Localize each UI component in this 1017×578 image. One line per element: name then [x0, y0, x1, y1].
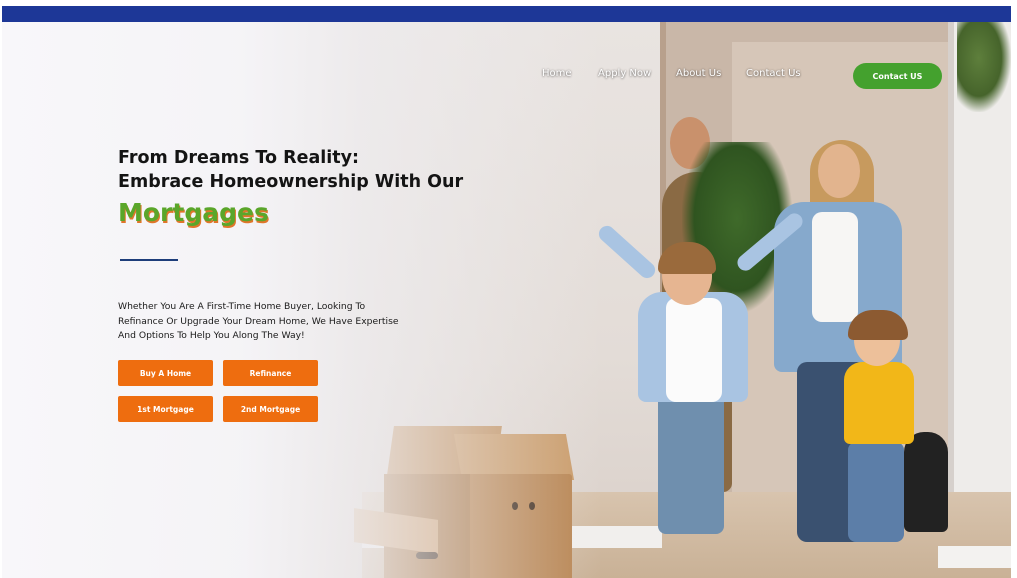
- page: Home Apply Now About Us Contact Us Conta…: [0, 0, 1017, 578]
- refinance-button[interactable]: Refinance: [223, 360, 318, 386]
- top-bar: [0, 0, 1017, 22]
- hero-divider: [120, 259, 178, 261]
- nav-link-contact-us[interactable]: Contact Us: [746, 68, 801, 79]
- nav-link-apply-now[interactable]: Apply Now: [598, 68, 651, 79]
- hero-accent-word: Mortgages: [118, 198, 269, 227]
- hero-description: Whether You Are A First-Time Home Buyer,…: [118, 301, 399, 341]
- hero-image-dog: [904, 432, 948, 532]
- nav-link-about-us[interactable]: About Us: [676, 68, 721, 79]
- hero-image-girl: [844, 362, 914, 444]
- hero-image-mother-shirt: [812, 212, 858, 322]
- main-nav: Home Apply Now About Us Contact Us Conta…: [2, 46, 1011, 89]
- top-color-strip: [2, 6, 1011, 22]
- hero-image-girl-legs: [848, 442, 904, 542]
- hero-image-baseboard-right: [938, 546, 1011, 568]
- second-mortgage-button[interactable]: 2nd Mortgage: [223, 396, 318, 422]
- hero-section: Home Apply Now About Us Contact Us Conta…: [2, 22, 1011, 578]
- nav-link-home[interactable]: Home: [542, 68, 572, 79]
- first-mortgage-button[interactable]: 1st Mortgage: [118, 396, 213, 422]
- hero-image-boy-arm-left: [595, 222, 659, 282]
- hero-image-mother-head: [818, 144, 860, 198]
- hero-image-boy-shirt: [666, 298, 722, 402]
- hero-image-boy-legs: [658, 394, 724, 534]
- hero-headline-line2: Embrace Homeownership With Our: [118, 172, 464, 192]
- contact-us-button[interactable]: Contact US: [853, 63, 942, 89]
- buy-a-home-button[interactable]: Buy A Home: [118, 360, 213, 386]
- hero-headline-line1: From Dreams To Reality:: [118, 148, 360, 168]
- hero-headline: From Dreams To Reality: Embrace Homeowne…: [118, 146, 463, 194]
